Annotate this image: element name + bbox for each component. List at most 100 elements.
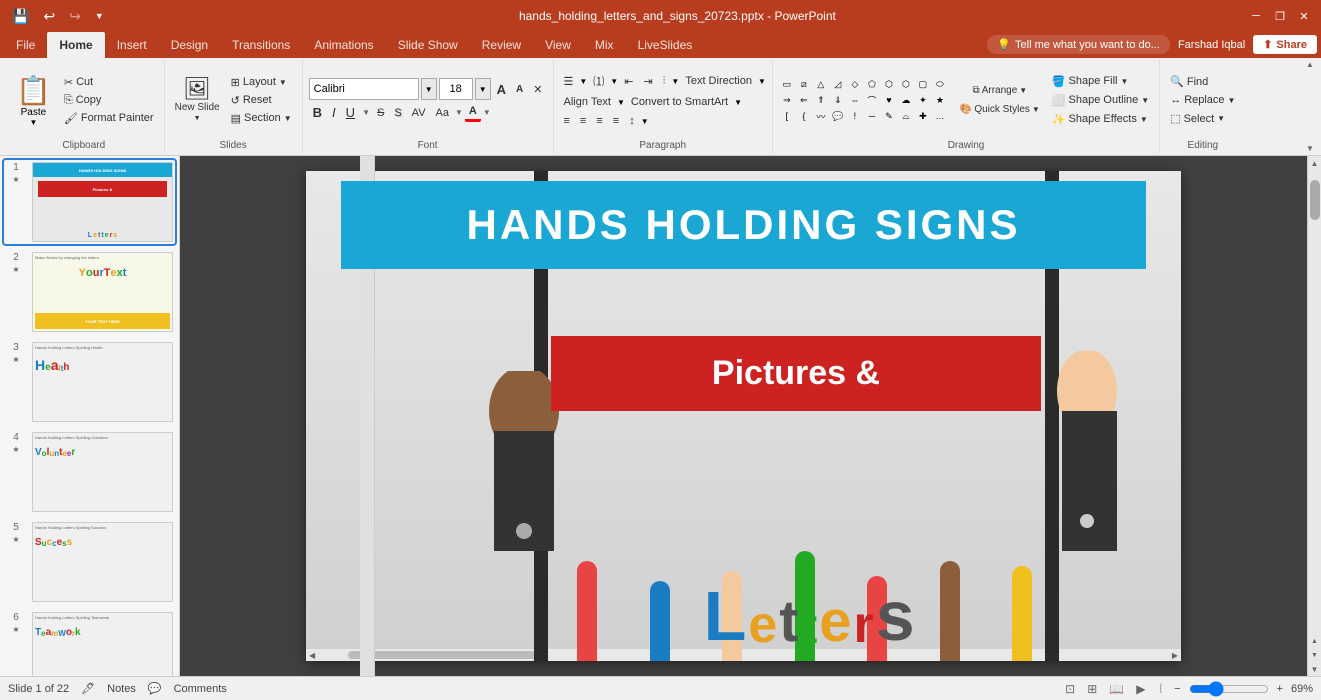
bullets-arrow[interactable]: ▼ <box>579 77 587 86</box>
strikethrough-button[interactable]: S <box>373 105 388 121</box>
underline-button[interactable]: U <box>342 103 359 122</box>
font-size-arrow[interactable]: ▼ <box>475 78 491 100</box>
fontcolor-arrow[interactable]: ▼ <box>483 108 491 117</box>
justify-button[interactable]: ≡ <box>609 113 623 129</box>
normal-view-button[interactable]: ⊡ <box>1063 680 1077 698</box>
slide-thumb-3[interactable]: 3 ★ Hands Holding Letters Spelling Healt… <box>4 340 175 424</box>
slide-thumb-6[interactable]: 6 ★ Hands Holding Letters Spelling Teamw… <box>4 610 175 676</box>
scroll-up-button[interactable]: ▲ <box>1308 156 1321 170</box>
new-slide-button[interactable]: 🖼 New Slide ▼ <box>171 75 224 125</box>
linespace-arrow[interactable]: ▼ <box>641 117 649 126</box>
notes-button[interactable]: Notes <box>107 683 136 695</box>
text-direction-button[interactable]: Text Direction <box>681 73 756 89</box>
ribbon-scroll-up[interactable]: ▲ <box>1306 60 1314 69</box>
font-color-button[interactable]: A <box>465 103 481 122</box>
tab-file[interactable]: File <box>4 32 47 58</box>
shape-star5[interactable]: ★ <box>932 93 948 107</box>
numbering-arrow[interactable]: ▼ <box>610 77 618 86</box>
shape-arrow-l[interactable]: ⇐ <box>796 93 812 107</box>
aligntext-arrow[interactable]: ▼ <box>617 98 625 107</box>
inc-indent-button[interactable]: ⇥ <box>639 73 656 90</box>
smartart-button[interactable]: Convert to SmartArt <box>627 94 732 110</box>
shape-diamond[interactable]: ◇ <box>847 77 863 91</box>
new-slide-arrow[interactable]: ▼ <box>194 115 201 122</box>
dec-indent-button[interactable]: ⇤ <box>620 73 637 90</box>
shape-line[interactable]: ─ <box>864 109 880 123</box>
textshadow-button[interactable]: S <box>390 105 405 121</box>
customize-qat-icon[interactable]: ▼ <box>91 9 108 23</box>
shape-arrow-dn[interactable]: ⇓ <box>830 93 846 107</box>
increase-font-button[interactable]: A <box>493 80 510 99</box>
changecase-button[interactable]: Aa <box>432 105 453 121</box>
shape-effects-button[interactable]: ✨ Shape Effects ▼ <box>1048 111 1153 128</box>
textdir-arrow[interactable]: ▼ <box>758 77 766 86</box>
shape-dbl-arrow[interactable]: ⇔ <box>847 93 863 107</box>
reading-view-button[interactable]: 📖 <box>1107 680 1126 698</box>
clear-formatting-button[interactable]: ✕ <box>529 81 546 98</box>
tab-review[interactable]: Review <box>470 32 533 58</box>
shape-rtriangle[interactable]: ◿ <box>830 77 846 91</box>
aligntext-button[interactable]: Align Text <box>560 94 616 110</box>
shape-rect[interactable]: ▭ <box>779 77 795 91</box>
shape-star4[interactable]: ✦ <box>915 93 931 107</box>
redo-icon[interactable]: ↪ <box>65 6 85 27</box>
hscroll-right[interactable]: ▶ <box>1169 651 1181 660</box>
outline-arrow[interactable]: ▼ <box>1141 96 1149 105</box>
align-center-button[interactable]: ≡ <box>576 113 590 129</box>
cut-button[interactable]: ✂ Cut <box>60 74 158 91</box>
slide-canvas[interactable]: HANDS HOLDING SIGNS <box>306 171 1181 661</box>
linespace-button[interactable]: ↕ <box>625 113 639 129</box>
layout-button[interactable]: ⊞ Layout ▼ <box>227 74 296 91</box>
slide-thumb-4[interactable]: 4 ★ Hands Holding Letters Spelling Volun… <box>4 430 175 514</box>
tab-insert[interactable]: Insert <box>105 32 159 58</box>
shape-diag-rect[interactable]: ⧄ <box>796 77 812 91</box>
shape-plus[interactable]: ✚ <box>915 109 931 123</box>
tab-slideshow[interactable]: Slide Show <box>386 32 470 58</box>
tab-view[interactable]: View <box>533 32 583 58</box>
align-right-button[interactable]: ≡ <box>592 113 606 129</box>
font-name-arrow[interactable]: ▼ <box>421 78 437 100</box>
shape-outline-button[interactable]: ⬜ Shape Outline ▼ <box>1048 92 1153 109</box>
effects-arrow[interactable]: ▼ <box>1140 115 1148 124</box>
shape-brace[interactable]: { <box>796 109 812 123</box>
shape-callout[interactable]: 💬 <box>830 109 846 123</box>
slide-thumb-5[interactable]: 5 ★ Hands Holding Letters Spelling Succe… <box>4 520 175 604</box>
shape-triangle[interactable]: △ <box>813 77 829 91</box>
fill-arrow[interactable]: ▼ <box>1120 77 1128 86</box>
ribbon-scroll-down[interactable]: ▼ <box>1306 144 1314 153</box>
font-size-input[interactable] <box>439 78 473 100</box>
paste-dropdown-arrow[interactable]: ▼ <box>29 118 37 127</box>
shape-curve[interactable]: ⌒ <box>864 93 880 107</box>
bold-button[interactable]: B <box>309 103 326 122</box>
font-name-input[interactable] <box>309 78 419 100</box>
shape-hex[interactable]: ⬡ <box>881 77 897 91</box>
slideshow-button[interactable]: ▶ <box>1134 680 1147 698</box>
charspace-button[interactable]: AV <box>408 105 430 121</box>
select-arrow[interactable]: ▼ <box>1217 114 1225 123</box>
slide-sorter-button[interactable]: ⊞ <box>1085 680 1099 698</box>
zoom-out-button[interactable]: − <box>1174 683 1180 695</box>
close-button[interactable]: ✕ <box>1295 7 1313 25</box>
shape-freeform[interactable]: ✎ <box>881 109 897 123</box>
minimize-button[interactable]: ─ <box>1247 7 1265 25</box>
select-button[interactable]: ⬚ Select ▼ <box>1166 110 1239 127</box>
tell-me-input[interactable]: 💡 Tell me what you want to do... <box>987 35 1170 54</box>
paste-button[interactable]: 📋 Paste ▼ <box>10 72 57 129</box>
format-painter-button[interactable]: 🖌 Format Painter <box>60 110 158 127</box>
scroll-thumb[interactable] <box>1310 180 1320 220</box>
shape-oct[interactable]: ⬡ <box>898 77 914 91</box>
columns-button[interactable]: ⫶ <box>659 73 670 90</box>
find-button[interactable]: 🔍 Find <box>1166 73 1239 90</box>
shape-heart[interactable]: ♥ <box>881 93 897 107</box>
italic-button[interactable]: I <box>328 103 340 122</box>
bullets-button[interactable]: ☰ <box>560 73 578 90</box>
quick-styles-button[interactable]: 🎨 Quick Styles ▼ <box>956 101 1044 118</box>
columns-arrow[interactable]: ▼ <box>671 77 679 86</box>
tab-transitions[interactable]: Transitions <box>220 32 302 58</box>
shape-oval[interactable]: ⬭ <box>932 77 948 91</box>
tab-design[interactable]: Design <box>159 32 220 58</box>
underline-arrow[interactable]: ▼ <box>362 108 370 117</box>
scroll-down-button[interactable]: ▼ <box>1308 662 1321 676</box>
shape-bang[interactable]: ! <box>847 109 863 123</box>
copy-button[interactable]: ⎘ Copy <box>60 92 158 109</box>
